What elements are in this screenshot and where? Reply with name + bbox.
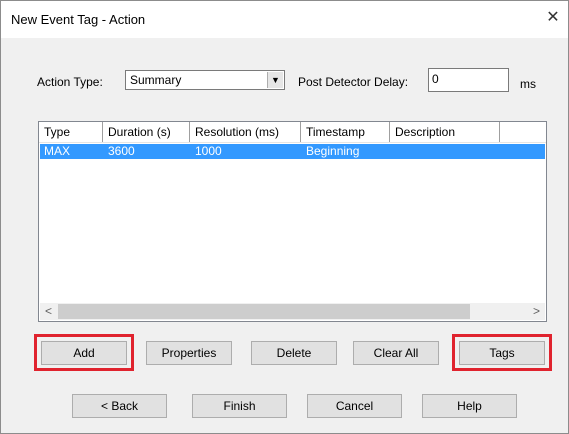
- tags-button-highlight: [452, 334, 552, 371]
- column-header-timestamp[interactable]: Timestamp: [301, 122, 390, 142]
- post-detector-delay-input[interactable]: 0: [428, 68, 509, 92]
- post-detector-delay-value: 0: [432, 72, 439, 86]
- column-header-description[interactable]: Description: [390, 122, 500, 142]
- close-icon[interactable]: ✕: [544, 7, 562, 29]
- horizontal-scrollbar[interactable]: < >: [40, 303, 545, 320]
- column-header-type[interactable]: Type: [39, 122, 103, 142]
- finish-button[interactable]: Finish: [192, 394, 287, 418]
- cell-resolution: 1000: [195, 144, 222, 158]
- title-bar: New Event Tag - Action ✕: [1, 1, 568, 38]
- help-button[interactable]: Help: [422, 394, 517, 418]
- clear-all-button[interactable]: Clear All: [353, 341, 439, 365]
- back-button[interactable]: < Back: [72, 394, 167, 418]
- delete-button[interactable]: Delete: [251, 341, 337, 365]
- column-header-resolution[interactable]: Resolution (ms): [190, 122, 301, 142]
- cell-timestamp: Beginning: [306, 144, 360, 158]
- new-event-tag-action-dialog: New Event Tag - Action ✕ Action Type: Su…: [0, 0, 569, 434]
- action-type-value: Summary: [130, 73, 182, 87]
- cancel-button[interactable]: Cancel: [307, 394, 402, 418]
- action-type-label: Action Type:: [37, 75, 103, 89]
- action-list[interactable]: Type Duration (s) Resolution (ms) Timest…: [38, 121, 547, 322]
- column-header-duration[interactable]: Duration (s): [103, 122, 190, 142]
- action-type-dropdown[interactable]: Summary ▼: [125, 70, 285, 90]
- cell-type: MAX: [44, 144, 71, 158]
- add-button-highlight: [34, 334, 134, 371]
- chevron-down-icon[interactable]: ▼: [267, 72, 283, 88]
- post-detector-delay-label: Post Detector Delay:: [298, 75, 409, 89]
- delay-unit-label: ms: [520, 77, 536, 91]
- properties-button[interactable]: Properties: [146, 341, 232, 365]
- scroll-left-icon[interactable]: <: [40, 303, 57, 320]
- cell-duration: 3600: [108, 144, 135, 158]
- dialog-title: New Event Tag - Action: [11, 12, 146, 27]
- list-row-selected[interactable]: MAX 3600 1000 Beginning: [40, 144, 545, 159]
- scroll-thumb[interactable]: [58, 304, 470, 319]
- scroll-right-icon[interactable]: >: [528, 303, 545, 320]
- list-header: Type Duration (s) Resolution (ms) Timest…: [39, 122, 546, 143]
